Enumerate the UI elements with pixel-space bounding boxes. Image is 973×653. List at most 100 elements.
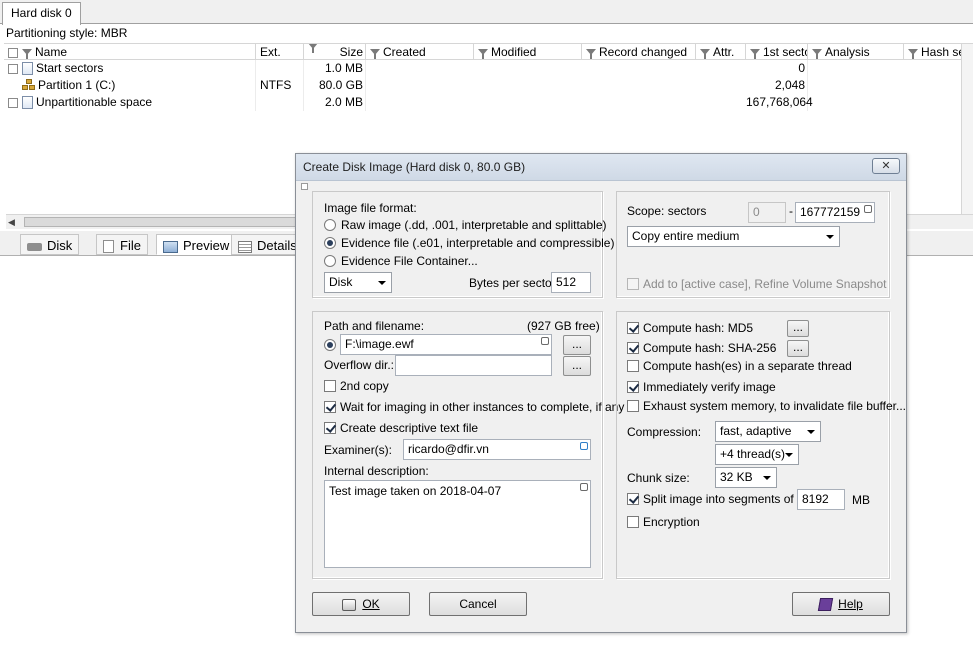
row-checkbox[interactable] <box>8 97 18 108</box>
separate-thread-checkbox[interactable] <box>627 360 639 372</box>
radio-evidence-file-label[interactable]: Evidence file (.e01, interpretable and c… <box>341 236 614 250</box>
radio-raw-image-label[interactable]: Raw image (.dd, .001, interpretable and … <box>341 218 606 232</box>
verify-image-label[interactable]: Immediately verify image <box>643 380 776 394</box>
tab-label: Preview <box>183 238 230 253</box>
internal-description-field[interactable]: Test image taken on 2018-04-07 <box>324 480 591 568</box>
vertical-scrollbar[interactable] <box>961 44 973 214</box>
scope-from-field[interactable]: 0 <box>748 202 786 223</box>
scope-to-field[interactable]: 167772159 <box>795 202 875 223</box>
second-copy-checkbox[interactable] <box>324 380 336 392</box>
cell-name: Start sectors <box>4 60 256 77</box>
wait-imaging-checkbox[interactable] <box>324 401 336 413</box>
split-image-checkbox[interactable] <box>627 493 639 505</box>
filter-icon[interactable] <box>908 49 918 59</box>
table-row[interactable]: Unpartitionable space 2.0 MB 167,768,064 <box>4 94 973 111</box>
radio-evidence-container-label[interactable]: Evidence File Container... <box>341 254 478 268</box>
row-checkbox[interactable] <box>8 63 18 74</box>
field-menu-icon[interactable] <box>541 337 549 345</box>
filter-icon[interactable] <box>586 49 596 59</box>
filter-icon[interactable] <box>812 49 822 59</box>
chunk-size-select[interactable]: 32 KB <box>715 467 777 488</box>
column-header-created[interactable]: Created <box>366 44 474 60</box>
tab-file[interactable]: File <box>96 234 148 255</box>
close-button[interactable]: ✕ <box>872 158 900 174</box>
tab-details[interactable]: Details <box>231 234 304 255</box>
field-menu-icon[interactable] <box>580 483 588 491</box>
column-header-attr[interactable]: Attr. <box>696 44 746 60</box>
encryption-label[interactable]: Encryption <box>643 515 700 529</box>
cancel-button[interactable]: Cancel <box>429 592 527 616</box>
filter-icon[interactable] <box>22 49 32 59</box>
tab-label: Details <box>257 238 297 253</box>
filter-icon[interactable] <box>308 44 318 53</box>
examiner-field[interactable]: ricardo@dfir.vn <box>403 439 591 460</box>
verify-image-checkbox[interactable] <box>627 381 639 393</box>
sha256-options-button[interactable]: ... <box>787 340 809 357</box>
encryption-checkbox[interactable] <box>627 516 639 528</box>
path-radio[interactable] <box>324 339 336 351</box>
file-icon <box>22 62 33 76</box>
compression-select[interactable]: fast, adaptive <box>715 421 821 442</box>
table-row[interactable]: Start sectors 1.0 MB 0 <box>4 60 973 77</box>
browse-overflow-button[interactable]: ... <box>563 356 591 376</box>
tab-hard-disk-0[interactable]: Hard disk 0 <box>2 2 81 25</box>
column-header-hash-set[interactable]: Hash set <box>904 44 964 60</box>
field-menu-icon[interactable] <box>864 205 872 213</box>
column-header-record-changed[interactable]: Record changed <box>582 44 696 60</box>
wait-imaging-label[interactable]: Wait for imaging in other instances to c… <box>340 400 624 414</box>
column-header-size[interactable]: Size <box>304 44 366 60</box>
field-menu-icon[interactable] <box>580 442 588 450</box>
column-header-modified[interactable]: Modified <box>474 44 582 60</box>
cell-name: Partition 1 (C:) <box>4 77 256 94</box>
threads-select[interactable]: +4 thread(s) <box>715 444 799 465</box>
exhaust-memory-checkbox[interactable] <box>627 400 639 412</box>
scrollbar-thumb[interactable] <box>24 217 324 227</box>
second-copy-label[interactable]: 2nd copy <box>340 379 389 393</box>
separate-thread-label[interactable]: Compute hash(es) in a separate thread <box>643 359 852 373</box>
tab-disk[interactable]: Disk <box>20 234 80 255</box>
column-label: Name <box>35 45 68 59</box>
ok-button[interactable]: OK <box>312 592 410 616</box>
md5-options-button[interactable]: ... <box>787 320 809 337</box>
descriptive-text-checkbox[interactable] <box>324 422 336 434</box>
column-header-name[interactable]: Name <box>4 44 256 60</box>
descriptive-text-label[interactable]: Create descriptive text file <box>340 421 478 435</box>
column-header-analysis[interactable]: Analysis <box>808 44 904 60</box>
select-value: +4 thread(s) <box>720 447 786 461</box>
radio-raw-image[interactable] <box>324 219 336 231</box>
column-header-first-sector[interactable]: 1st secto <box>746 44 808 60</box>
help-button[interactable]: Help <box>792 592 890 616</box>
segment-size-field[interactable]: 8192 <box>797 489 845 510</box>
scroll-left-arrow-icon[interactable]: ◀ <box>8 217 15 228</box>
copy-scope-select[interactable]: Copy entire medium <box>627 226 840 247</box>
md5-label[interactable]: Compute hash: MD5 <box>643 321 753 335</box>
exhaust-memory-label[interactable]: Exhaust system memory, to invalidate fil… <box>643 399 906 413</box>
tab-label: Disk <box>47 238 73 253</box>
radio-evidence-container[interactable] <box>324 255 336 267</box>
filter-icon[interactable] <box>700 49 710 59</box>
select-value: Copy entire medium <box>632 229 740 243</box>
select-all-checkbox[interactable] <box>8 47 18 58</box>
sha256-checkbox[interactable] <box>627 342 639 354</box>
radio-evidence-file[interactable] <box>324 237 336 249</box>
column-header-ext[interactable]: Ext. <box>256 44 304 60</box>
md5-checkbox[interactable] <box>627 322 639 334</box>
filter-icon[interactable] <box>750 49 760 59</box>
filter-icon[interactable] <box>370 49 380 59</box>
bytes-per-sector-field[interactable]: 512 <box>551 272 591 293</box>
tab-preview[interactable]: Preview <box>156 234 237 255</box>
overflow-dir-field[interactable] <box>395 355 552 376</box>
split-image-label[interactable]: Split image into segments of <box>643 492 794 506</box>
cell-size: 80.0 GB <box>304 77 366 94</box>
compression-label: Compression: <box>627 425 702 439</box>
source-type-select[interactable]: Disk <box>324 272 392 293</box>
dialog-title-bar[interactable]: Create Disk Image (Hard disk 0, 80.0 GB)… <box>296 154 906 181</box>
dropdown-arrow-icon <box>807 430 815 434</box>
filter-icon[interactable] <box>478 49 488 59</box>
browse-path-button[interactable]: ... <box>563 335 591 355</box>
disk-icon <box>27 242 42 251</box>
path-field[interactable]: F:\image.ewf <box>340 334 552 355</box>
add-to-case-checkbox[interactable] <box>627 278 639 290</box>
sha256-label[interactable]: Compute hash: SHA-256 <box>643 341 776 355</box>
table-row[interactable]: Partition 1 (C:) NTFS 80.0 GB 2,048 <box>4 77 973 94</box>
